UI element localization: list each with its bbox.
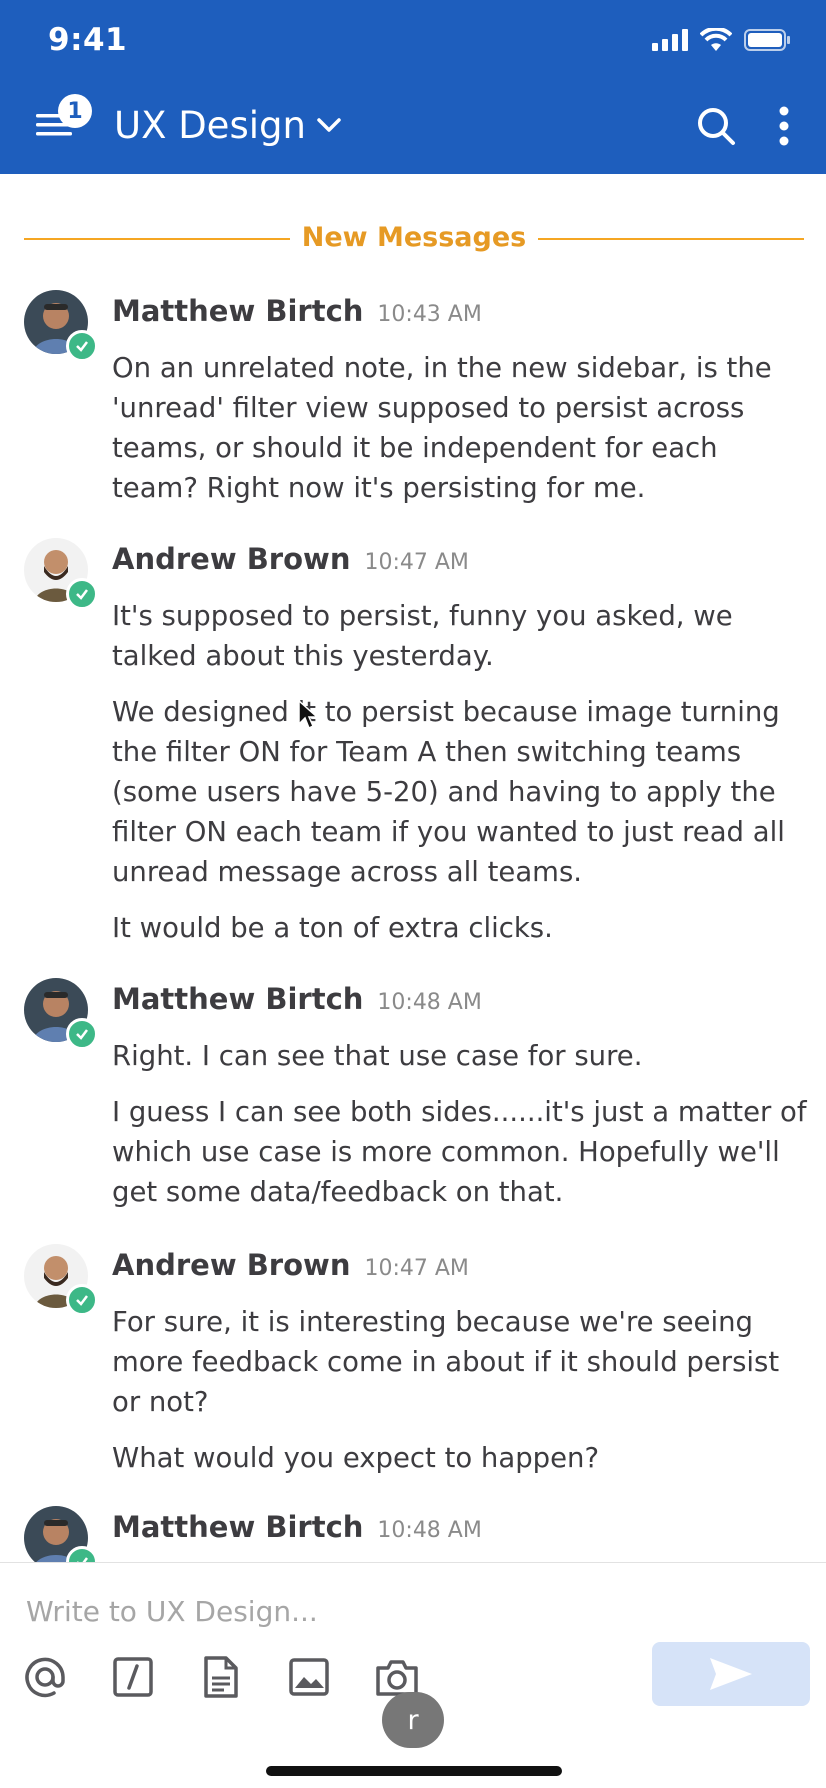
send-button[interactable] bbox=[652, 1642, 810, 1706]
unread-badge: 1 bbox=[58, 94, 92, 128]
slash-command-icon[interactable] bbox=[110, 1654, 156, 1700]
online-status-icon bbox=[66, 330, 98, 362]
message-text: We designed it to persist because image … bbox=[112, 696, 785, 888]
file-icon[interactable] bbox=[198, 1654, 244, 1700]
post-author[interactable]: Andrew Brown bbox=[112, 542, 350, 576]
pointer-cursor-icon bbox=[298, 700, 318, 730]
message-text: On an unrelated note, in the new sidebar… bbox=[112, 352, 772, 504]
online-status-icon bbox=[66, 1018, 98, 1050]
wifi-icon bbox=[700, 28, 732, 51]
channel-header: 9:41 1 UX Design bbox=[0, 0, 826, 174]
battery-icon bbox=[744, 29, 790, 51]
chevron-down-icon bbox=[317, 117, 341, 132]
new-messages-divider: New Messages bbox=[24, 222, 804, 254]
message-text: It's supposed to persist, funny you aske… bbox=[112, 600, 733, 672]
message-text: It would be a ton of extra clicks. bbox=[112, 912, 553, 944]
post-time: 10:43 AM bbox=[377, 302, 482, 327]
message-text: I guess I can see both sides......it's j… bbox=[112, 1096, 807, 1208]
message-input[interactable] bbox=[24, 1588, 788, 1634]
post-author[interactable]: Matthew Birtch bbox=[112, 294, 363, 328]
home-indicator[interactable] bbox=[266, 1766, 562, 1776]
divider-line-right bbox=[538, 238, 804, 240]
post-time: 10:48 AM bbox=[377, 1518, 482, 1543]
online-status-icon bbox=[66, 578, 98, 610]
post-time: 10:48 AM bbox=[377, 990, 482, 1015]
status-icons bbox=[652, 28, 790, 52]
post-header: Andrew Brown 10:47 AM bbox=[112, 542, 469, 576]
post-time: 10:47 AM bbox=[364, 550, 469, 575]
channel-title: UX Design bbox=[114, 104, 306, 147]
post-header: Matthew Birtch 10:48 AM bbox=[112, 982, 482, 1016]
more-options-icon[interactable] bbox=[778, 106, 790, 146]
channel-title-button[interactable]: UX Design bbox=[114, 104, 342, 147]
send-icon bbox=[710, 1658, 752, 1690]
search-icon[interactable] bbox=[696, 106, 736, 146]
post-author[interactable]: Andrew Brown bbox=[112, 1248, 350, 1282]
at-mention-icon[interactable] bbox=[22, 1654, 68, 1700]
signal-icon bbox=[652, 29, 688, 51]
message-text: Right. I can see that use case for sure. bbox=[112, 1040, 643, 1072]
post-header: Matthew Birtch 10:48 AM bbox=[112, 1510, 482, 1544]
post-time: 10:47 AM bbox=[364, 1256, 469, 1281]
post-author[interactable]: Matthew Birtch bbox=[112, 1510, 363, 1544]
post-author[interactable]: Matthew Birtch bbox=[112, 982, 363, 1016]
post-header: Matthew Birtch 10:43 AM bbox=[112, 294, 482, 328]
online-status-icon bbox=[66, 1284, 98, 1316]
message-text: For sure, it is interesting because we'r… bbox=[112, 1306, 780, 1418]
recent-avatar-bubble[interactable]: r bbox=[382, 1692, 444, 1748]
post-header: Andrew Brown 10:47 AM bbox=[112, 1248, 469, 1282]
composer-divider bbox=[0, 1562, 826, 1563]
message-text: What would you expect to happen? bbox=[112, 1442, 600, 1474]
post: Matthew Birtch 10:48 AM bbox=[0, 1506, 826, 1562]
image-icon[interactable] bbox=[286, 1654, 332, 1700]
status-time: 9:41 bbox=[48, 22, 128, 58]
